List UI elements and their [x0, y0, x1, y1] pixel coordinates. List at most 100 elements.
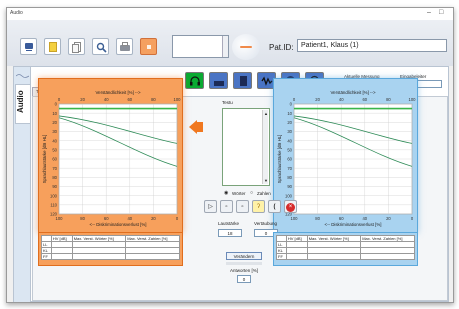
- y-tick-label: 40: [287, 138, 292, 143]
- book-button[interactable]: [233, 72, 252, 89]
- table-row: FF: [41, 253, 180, 260]
- search-icon: [96, 42, 107, 53]
- top-axis-title: Verständlichkeit [%] -->: [95, 90, 140, 95]
- bottom-tick-label: 0: [411, 216, 414, 221]
- earphone-icon: ʔ: [257, 204, 260, 210]
- patient-id-field[interactable]: Patient1, Klaus (1): [297, 39, 447, 52]
- note-button[interactable]: [44, 38, 61, 55]
- left-ear-marker-icon: [189, 120, 203, 134]
- logo: [232, 34, 260, 60]
- top-tick-label: 60: [127, 97, 132, 102]
- top-tick-label: 40: [339, 97, 344, 102]
- monitor-icon: [25, 43, 33, 49]
- pages-button[interactable]: [68, 38, 85, 55]
- toolbar: Pat.ID: Patient1, Klaus (1): [7, 20, 453, 66]
- minimize-button[interactable]: –: [427, 9, 431, 16]
- y-tick-label: 90: [52, 184, 57, 189]
- y-tick-label: 10: [52, 111, 57, 116]
- title-bar: Audio – □: [7, 8, 453, 20]
- bottom-tick-label: 80: [80, 216, 85, 221]
- print-button[interactable]: [116, 38, 133, 55]
- scroll-down-icon[interactable]: ▼: [264, 178, 268, 183]
- y-tick-label: 90: [287, 184, 292, 189]
- y-tick-label: 70: [287, 166, 292, 171]
- left-ear-panel: 0 10 20 30 40 50 60 70 80 90 100 110 120 0 100 20 80 40 60…: [38, 78, 183, 233]
- y-tick-label: 80: [52, 175, 57, 180]
- stop-button[interactable]: ▫: [220, 200, 233, 213]
- bottom-axis-title: <-- Diskriminationsverlust [%]: [90, 222, 147, 227]
- left-results-panel: HV [dB] Max. Verst. Wörter [%] Max. Verst.…: [38, 232, 183, 266]
- hearing-aid-icon: (: [273, 204, 276, 210]
- test-list-title: Testu: [222, 100, 233, 105]
- note-icon: [49, 42, 57, 52]
- monitor-button[interactable]: [20, 38, 37, 55]
- window-title: Audio: [10, 10, 23, 16]
- test-word-list[interactable]: ▲ ▼: [222, 108, 270, 186]
- top-axis-title: Verständlichkeit [%] -->: [330, 90, 375, 95]
- device-select[interactable]: [172, 35, 229, 58]
- radio-words-label: Wörter: [232, 191, 246, 196]
- list-scrollbar[interactable]: ▲ ▼: [262, 110, 268, 184]
- y-tick-label: 20: [287, 120, 292, 125]
- top-tick-label: 60: [362, 97, 367, 102]
- maximize-button[interactable]: □: [439, 9, 443, 16]
- y-tick-label: 80: [287, 175, 292, 180]
- y-tick-label: 50: [52, 147, 57, 152]
- y-tick-label: 0: [290, 102, 293, 107]
- bottom-tick-label: 0: [176, 216, 179, 221]
- y-tick-label: 20: [52, 120, 57, 125]
- top-tick-label: 20: [80, 97, 85, 102]
- spinner-arrows[interactable]: [222, 36, 228, 57]
- bottom-tick-label: 40: [127, 216, 132, 221]
- orange-button[interactable]: [140, 38, 157, 55]
- stop-icon: ▫: [225, 204, 228, 210]
- radio-numbers-label: Zahlen: [257, 191, 271, 196]
- record-button[interactable]: ▫: [236, 200, 249, 213]
- volume-label: Lautstärke: [218, 221, 240, 226]
- orange-square-icon: [147, 45, 151, 49]
- top-tick-label: 80: [151, 97, 156, 102]
- top-tick-label: 100: [409, 97, 417, 102]
- headphones-icon: [189, 76, 200, 86]
- radio-words[interactable]: ◉: [224, 190, 232, 196]
- cancel-button[interactable]: ×: [284, 200, 297, 213]
- speakers-button[interactable]: [209, 72, 228, 89]
- y-tick-label: 30: [287, 129, 292, 134]
- volume-field[interactable]: 18: [218, 229, 242, 237]
- play-icon: ▷: [208, 204, 213, 210]
- y-axis-title: Sprachlautstärke [dB HL]: [277, 135, 282, 184]
- masking-label: Vertäubung: [254, 221, 278, 226]
- top-tick-label: 80: [386, 97, 391, 102]
- bottom-axis-title: <-- Diskriminationsverlust [%]: [325, 222, 382, 227]
- bottom-tick-label: 100: [291, 216, 299, 221]
- y-tick-label: 70: [52, 166, 57, 171]
- square-icon: ▫: [241, 204, 244, 210]
- y-tick-label: 60: [52, 157, 57, 162]
- cancel-icon: ×: [286, 203, 295, 212]
- y-tick-label: 50: [287, 147, 292, 152]
- sound-wave-icon: [260, 76, 272, 86]
- y-tick-label: 10: [287, 111, 292, 116]
- sidebar-tab-label: Audio: [16, 90, 25, 113]
- top-tick-label: 20: [315, 97, 320, 102]
- answers-field[interactable]: 0: [237, 275, 251, 283]
- row-label: FF: [276, 253, 287, 260]
- patient-id-label: Pat.ID:: [269, 43, 294, 52]
- scroll-up-icon[interactable]: ▲: [264, 111, 268, 116]
- search-button[interactable]: [92, 38, 109, 55]
- bottom-tick-label: 60: [339, 216, 344, 221]
- bottom-tick-label: 80: [315, 216, 320, 221]
- sidebar-tab-audio[interactable]: Audio: [15, 84, 30, 124]
- earphone-button[interactable]: ʔ: [252, 200, 265, 213]
- bottom-tick-label: 40: [362, 216, 367, 221]
- change-button[interactable]: Verändern: [226, 252, 262, 260]
- headphones-button[interactable]: [185, 72, 204, 89]
- top-tick-label: 40: [104, 97, 109, 102]
- left-speech-chart[interactable]: 0102030405060708090100110120010020804060…: [39, 79, 184, 234]
- y-tick-label: 0: [55, 102, 58, 107]
- play-button[interactable]: ▷: [204, 200, 217, 213]
- y-tick-label: 100: [285, 193, 293, 198]
- sidebar: Audio: [14, 67, 31, 302]
- row-label: FF: [41, 253, 52, 260]
- hearing-aid-button[interactable]: (: [268, 200, 281, 213]
